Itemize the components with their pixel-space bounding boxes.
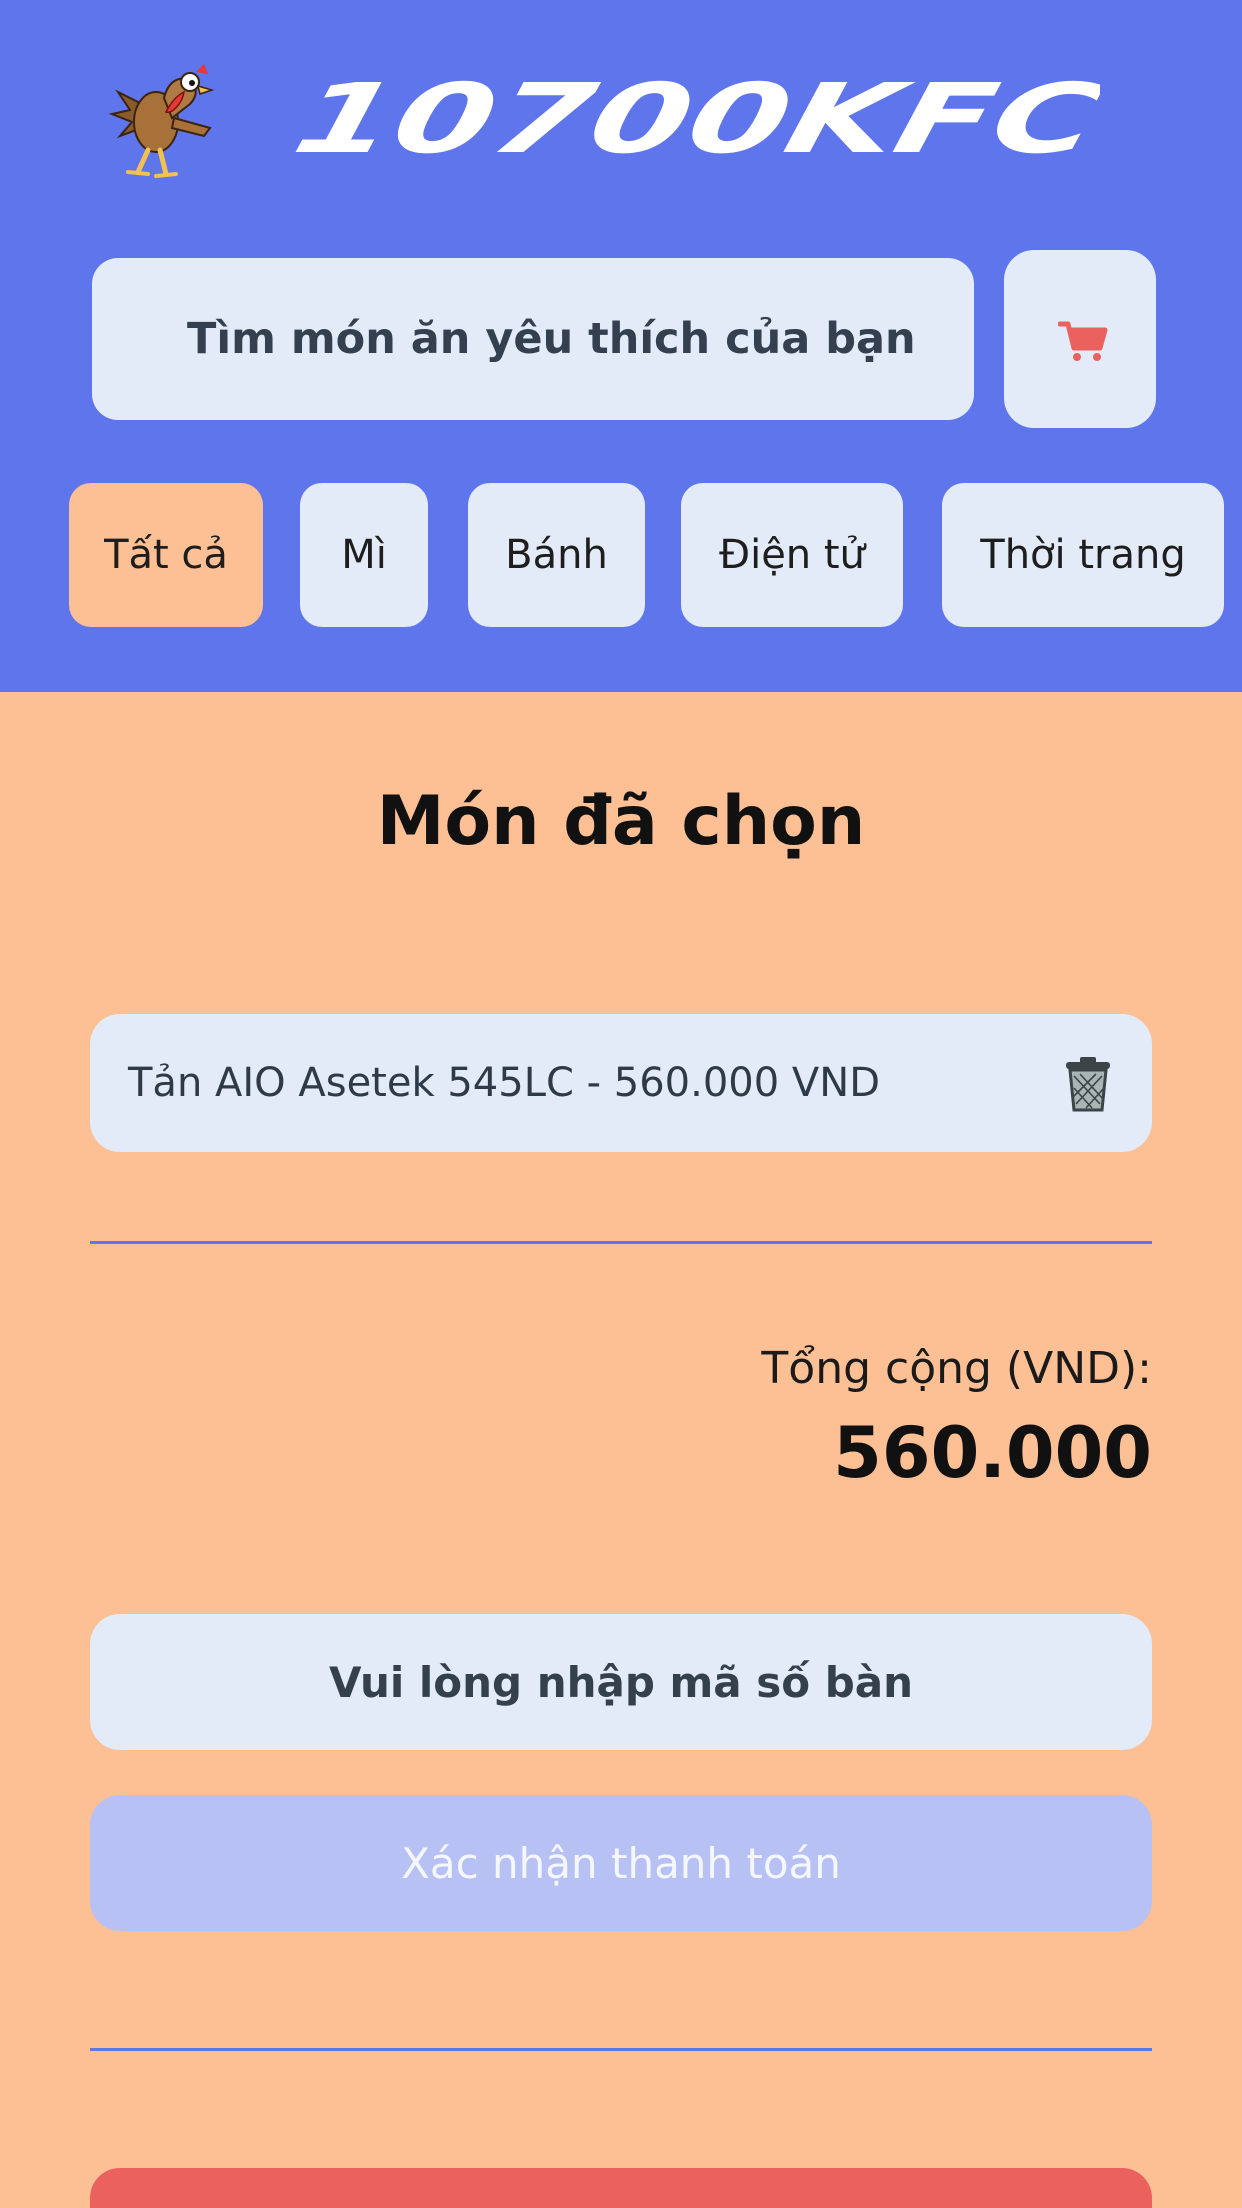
- total-label: Tổng cộng (VND):: [761, 1343, 1152, 1394]
- brand-wordmark: 10700KFC: [284, 70, 1100, 170]
- search-bar: [92, 258, 974, 420]
- cart-item: Tản AIO Asetek 545LC - 560.000 VND: [90, 1014, 1152, 1152]
- turkey-mascot-logo: [108, 64, 215, 178]
- total-amount: 560.000: [833, 1412, 1152, 1494]
- category-all[interactable]: Tất cả: [69, 483, 263, 627]
- cart-button[interactable]: [1004, 250, 1156, 428]
- category-electronics[interactable]: Điện tử: [681, 483, 903, 627]
- confirm-payment-button[interactable]: Xác nhận thanh toán: [90, 1795, 1152, 1931]
- brand-name: 10700KFC: [284, 70, 1100, 170]
- enter-table-number-button[interactable]: Vui lòng nhập mã số bàn: [90, 1614, 1152, 1750]
- divider: [90, 1241, 1152, 1244]
- danger-button[interactable]: [90, 2168, 1152, 2208]
- selected-items-title: Món đã chọn: [376, 782, 866, 861]
- category-noodles[interactable]: Mì: [300, 483, 428, 627]
- cart-item-label: Tản AIO Asetek 545LC - 560.000 VND: [128, 1060, 880, 1106]
- divider: [90, 2048, 1152, 2051]
- header: 10700KFC Tất cả Mì Bánh Điện tử Thời tra…: [0, 0, 1242, 692]
- cart-icon: [1058, 321, 1108, 361]
- category-fashion[interactable]: Thời trang: [942, 483, 1224, 627]
- trash-icon[interactable]: [1062, 1056, 1114, 1112]
- search-input[interactable]: [187, 258, 947, 420]
- category-bread[interactable]: Bánh: [468, 483, 645, 627]
